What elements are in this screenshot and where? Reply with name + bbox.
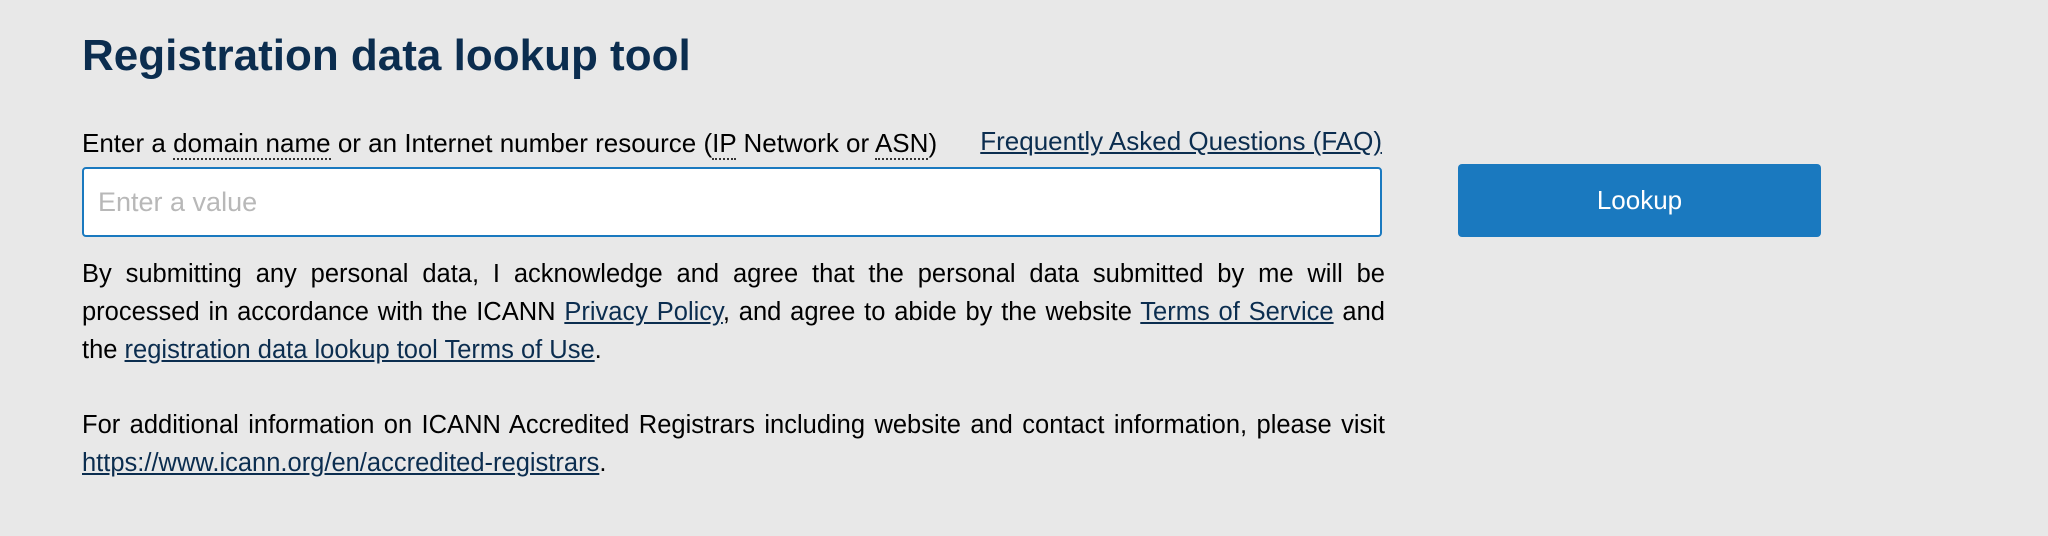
privacy-policy-link[interactable]: Privacy Policy: [564, 298, 723, 326]
disclaimer-text: By submitting any personal data, I ackno…: [82, 255, 1385, 369]
ip-abbr[interactable]: IP: [712, 128, 737, 160]
terms-of-service-link[interactable]: Terms of Service: [1140, 298, 1333, 326]
accredited-registrars-link[interactable]: https://www.icann.org/en/accredited-regi…: [82, 449, 599, 477]
disclaimer-part-2: , and agree to abide by the website: [722, 298, 1141, 326]
disclaimer-part-4: .: [594, 336, 602, 364]
prompt-row: Enter a domain name or an Internet numbe…: [82, 126, 1382, 160]
page-title: Registration data lookup tool: [82, 31, 691, 80]
prompt-suffix: ): [928, 128, 938, 158]
lookup-prompt-label: Enter a domain name or an Internet numbe…: [82, 126, 937, 160]
faq-link[interactable]: Frequently Asked Questions (FAQ): [980, 124, 1382, 158]
prompt-middle: or an Internet number resource (: [330, 128, 713, 158]
additional-info-text: For additional information on ICANN Accr…: [82, 406, 1385, 482]
lookup-button[interactable]: Lookup: [1458, 164, 1821, 237]
domain-name-abbr[interactable]: domain name: [173, 128, 331, 160]
asn-abbr[interactable]: ASN: [874, 128, 929, 160]
prompt-prefix: Enter a: [82, 128, 174, 158]
lookup-input[interactable]: [82, 167, 1382, 237]
terms-of-use-link[interactable]: registration data lookup tool Terms of U…: [125, 336, 595, 364]
page: Registration data lookup tool Enter a do…: [0, 0, 2048, 536]
additional-info-part-2: .: [599, 449, 607, 477]
prompt-network-or: Network or: [736, 128, 875, 158]
additional-info-part-1: For additional information on ICANN Accr…: [82, 411, 1385, 439]
